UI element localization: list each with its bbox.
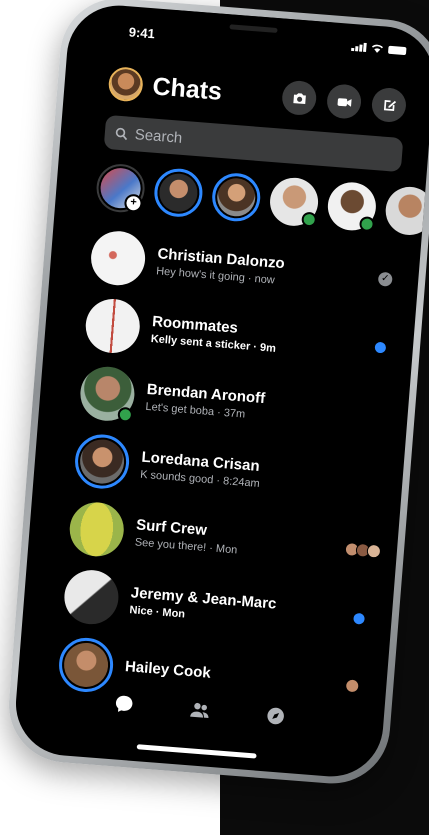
chat-text: Loredana Crisan K sounds good · 8:24am bbox=[140, 449, 358, 498]
status-icons bbox=[351, 42, 407, 55]
chat-bubble-icon[interactable] bbox=[112, 692, 136, 716]
phone-screen: 9:41 Chats Search + Christian Dalonzo He… bbox=[12, 1, 429, 781]
status-time: 9:41 bbox=[128, 24, 156, 42]
chat-status: ✓ bbox=[372, 271, 399, 287]
chat-text: Surf Crew See you there! · Mon bbox=[134, 516, 352, 565]
avatar bbox=[83, 296, 142, 356]
chat-status bbox=[367, 341, 394, 354]
battery-icon bbox=[388, 45, 407, 55]
compose-icon bbox=[383, 99, 396, 111]
camera-icon bbox=[292, 92, 306, 104]
search-icon bbox=[115, 127, 128, 140]
avatar bbox=[62, 568, 121, 627]
chat-list: Christian Dalonzo Hey how's it going · n… bbox=[56, 222, 400, 721]
page-title: Chats bbox=[151, 71, 224, 106]
people-icon[interactable] bbox=[188, 698, 212, 722]
chat-status bbox=[356, 482, 382, 484]
phone-frame: 9:41 Chats Search + Christian Dalonzo He… bbox=[4, 0, 429, 788]
notch bbox=[172, 9, 335, 49]
chat-status bbox=[343, 541, 381, 559]
online-indicator bbox=[301, 211, 318, 228]
story-your-story[interactable]: + bbox=[94, 162, 147, 214]
avatar bbox=[78, 364, 137, 423]
compass-icon[interactable] bbox=[264, 704, 288, 728]
search-bar[interactable]: Search bbox=[103, 114, 404, 173]
story-item[interactable] bbox=[268, 176, 320, 228]
profile-avatar[interactable] bbox=[107, 65, 145, 103]
header: Chats bbox=[107, 63, 408, 126]
story-item[interactable] bbox=[326, 180, 378, 233]
online-indicator bbox=[358, 216, 376, 233]
home-indicator bbox=[136, 744, 257, 759]
story-item[interactable] bbox=[210, 171, 263, 224]
seen-avatar bbox=[344, 678, 360, 694]
avatar bbox=[67, 500, 126, 559]
unread-dot-icon bbox=[352, 612, 365, 625]
chat-text: Brendan Aronoff Let's get boba · 37m bbox=[145, 381, 363, 430]
seen-by-avatars bbox=[343, 541, 381, 559]
chat-text: Christian Dalonzo Hey how's it going · n… bbox=[156, 245, 374, 294]
camera-button[interactable] bbox=[280, 79, 318, 117]
wifi-icon bbox=[371, 44, 383, 53]
online-indicator bbox=[117, 406, 134, 423]
new-message-button[interactable] bbox=[370, 86, 408, 124]
video-call-button[interactable] bbox=[325, 83, 363, 120]
avatar bbox=[383, 185, 429, 237]
avatar bbox=[89, 229, 148, 288]
speaker bbox=[229, 24, 278, 33]
signal-icon bbox=[351, 42, 367, 53]
avatar bbox=[73, 432, 132, 491]
unread-dot-icon bbox=[374, 341, 386, 353]
add-story-icon: + bbox=[123, 193, 144, 213]
story-item[interactable] bbox=[383, 185, 429, 237]
video-camera-icon bbox=[337, 97, 352, 107]
search-placeholder: Search bbox=[134, 125, 183, 147]
chat-text: Roommates Kelly sent a sticker · 9m bbox=[150, 313, 368, 362]
story-item[interactable] bbox=[152, 166, 205, 219]
chat-status bbox=[345, 612, 372, 625]
read-check-icon: ✓ bbox=[377, 271, 393, 287]
avatar bbox=[215, 176, 257, 218]
chat-status bbox=[362, 414, 388, 416]
chat-text: Jeremy & Jean-Marc Nice · Mon bbox=[129, 584, 347, 633]
avatar bbox=[157, 172, 199, 214]
chat-status bbox=[340, 678, 367, 694]
